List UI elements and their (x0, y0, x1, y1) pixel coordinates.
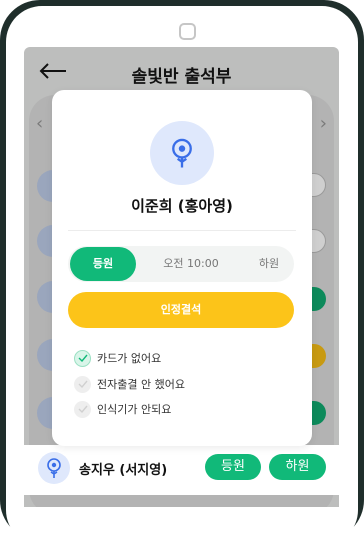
check-icon (74, 375, 91, 393)
list-item[interactable]: 송지우 (서지영) 등원 하원 (24, 445, 339, 495)
flower-icon (47, 458, 61, 478)
option-label: 카드가 없어요 (97, 352, 162, 365)
option-reader-broken[interactable]: 인식기가 안되요 (74, 400, 171, 418)
check-icon (74, 349, 91, 367)
excused-absence-button[interactable]: 인정결석 (68, 292, 294, 328)
student-name: 송지우 (서지영) (79, 463, 168, 478)
option-no-card[interactable]: 카드가 없어요 (74, 349, 161, 367)
segment-arrive[interactable]: 등원 (70, 247, 136, 281)
check-icon (74, 400, 91, 418)
chevron-left-icon[interactable]: ‹ (36, 113, 43, 134)
attendance-modal: 이준희 (홍아영) 등원 오전 10:00 하원 인정결석 카드가 없어요 전자… (52, 90, 312, 446)
attendance-segment: 등원 오전 10:00 하원 (68, 246, 294, 282)
avatar (38, 452, 70, 484)
page-title: 솔빛반 출석부 (131, 67, 232, 87)
segment-time[interactable]: 오전 10:00 (148, 246, 234, 282)
chevron-right-icon[interactable]: › (320, 113, 327, 134)
student-name: 이준희 (홍아영) (131, 197, 233, 215)
divider (68, 230, 296, 231)
option-label: 인식기가 안되요 (97, 403, 172, 416)
flower-icon (172, 138, 192, 168)
leave-button[interactable]: 하원 (269, 454, 326, 480)
camera-icon (179, 23, 196, 40)
option-label: 전자출결 안 했어요 (97, 378, 185, 391)
avatar (150, 121, 214, 185)
segment-leave[interactable]: 하원 (240, 246, 298, 282)
option-no-checkin[interactable]: 전자출결 안 했어요 (74, 375, 185, 393)
arrive-button[interactable]: 등원 (205, 454, 261, 480)
